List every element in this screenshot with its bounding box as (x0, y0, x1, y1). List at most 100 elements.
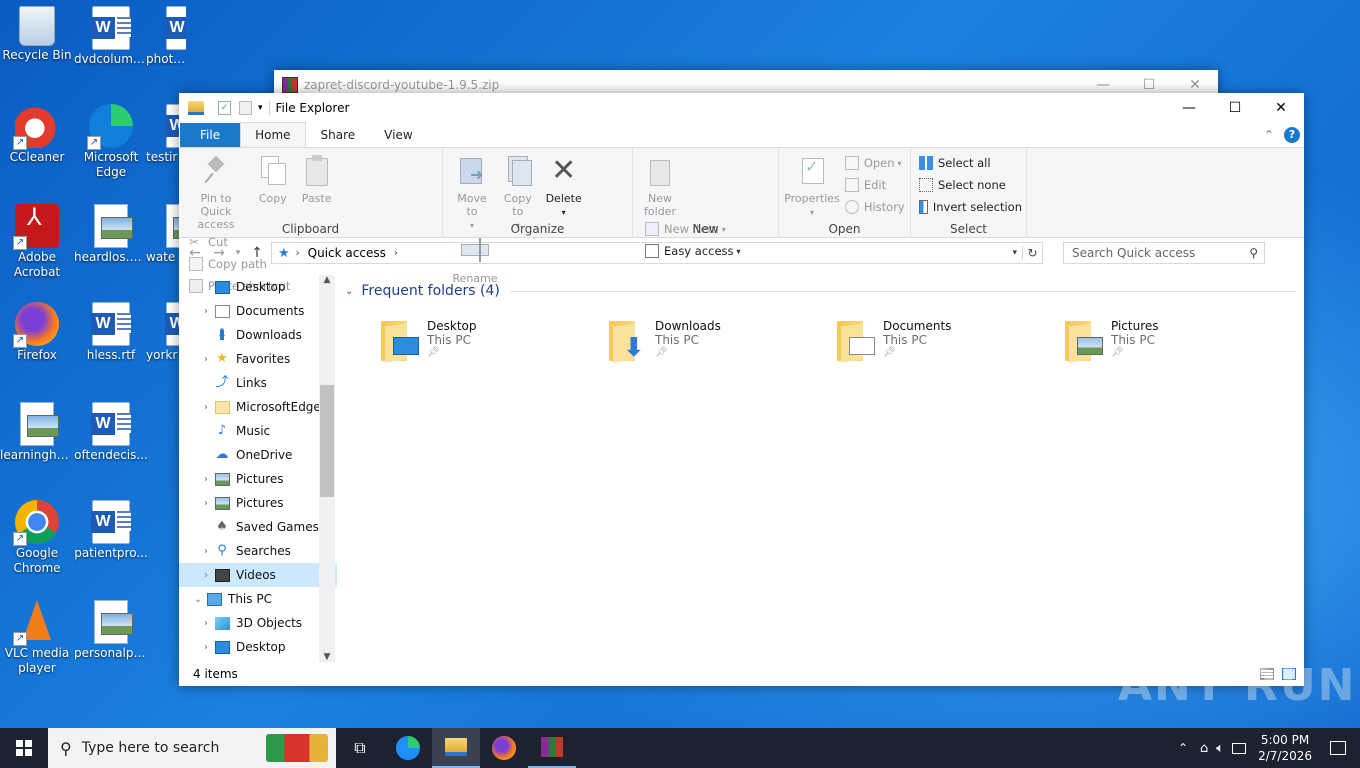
nav-item-desktop[interactable]: Desktop (179, 275, 337, 299)
address-dropdown-icon[interactable]: ▾ (1012, 248, 1017, 258)
nav-item-this-pc[interactable]: ⌄ This PC (179, 587, 337, 611)
show-hidden-icons-icon[interactable]: ⌃ (1178, 741, 1188, 755)
desktop-icon-patientpro[interactable]: patientpro... (74, 500, 148, 561)
qat-properties-icon[interactable]: ✓ (218, 101, 231, 115)
task-view-button[interactable]: ⧉ (336, 728, 384, 768)
nav-item-downloads[interactable]: ⬇ Downloads (179, 323, 337, 347)
section-collapse-icon[interactable]: ⌄ (345, 286, 353, 297)
maximize-button[interactable]: ☐ (1212, 93, 1258, 123)
expand-chevron-icon[interactable]: › (199, 498, 213, 509)
volume-icon[interactable]: 🔈︎ (1216, 741, 1224, 756)
folder-tile-downloads[interactable]: ⬇ Downloads This PC 📌︎ (609, 319, 829, 369)
desktop-icon-adobe-acrobat[interactable]: ⅄Adobe Acrobat (0, 204, 74, 280)
nav-item-desktop[interactable]: › Desktop (179, 635, 337, 659)
copy-button[interactable]: Copy (254, 152, 292, 205)
nav-item-onedrive[interactable]: ☁ OneDrive (179, 443, 337, 467)
new-folder-button[interactable]: New folder (642, 152, 678, 218)
nav-item-searches[interactable]: › ⚲ Searches (179, 539, 337, 563)
chrome-icon (13, 500, 59, 546)
search-input[interactable]: Search Quick access (1072, 246, 1249, 260)
tab-file[interactable]: File (180, 123, 241, 147)
invert-selection-button[interactable]: Invert selection (919, 196, 1022, 218)
scroll-thumb[interactable] (320, 385, 334, 497)
nav-item-microsoftedge[interactable]: › MicrosoftEdge (179, 395, 337, 419)
taskbar-edge[interactable] (384, 728, 432, 768)
desktop-icon-dvdcolumb[interactable]: dvdcolumb... (74, 6, 148, 67)
qat-dropdown-icon[interactable]: ▾ (258, 103, 263, 113)
tab-share[interactable]: Share (306, 123, 371, 147)
notification-icon[interactable] (1330, 741, 1346, 755)
desktop-icon-oftendecis[interactable]: oftendecis... (74, 402, 148, 463)
ribbon-collapse-icon[interactable]: ⌃ (1264, 128, 1274, 142)
section-title[interactable]: Frequent folders (4) (361, 283, 500, 299)
expand-chevron-icon[interactable]: › (199, 402, 213, 413)
collapse-chevron-icon[interactable]: ⌄ (191, 594, 205, 605)
move-to-button[interactable]: ➜ Move to ▾ (452, 152, 492, 232)
taskbar-search-icon: ⚲ (60, 738, 72, 758)
desktop-icon-learninghu[interactable]: learninghu... (0, 402, 74, 463)
nav-item-3d-objects[interactable]: › 3D Objects (179, 611, 337, 635)
expand-chevron-icon[interactable]: › (199, 546, 213, 557)
desktop-icon-personalpo[interactable]: personalpo... (74, 600, 148, 661)
scroll-up-icon[interactable]: ▲ (319, 275, 335, 291)
properties-button[interactable]: ✓ Properties ▾ (784, 152, 840, 219)
folder-tile-desktop[interactable]: Desktop This PC 📌︎ (381, 319, 601, 369)
close-button[interactable]: ✕ (1258, 93, 1304, 123)
clock[interactable]: 5:00 PM 2/7/2026 (1258, 732, 1312, 764)
expand-chevron-icon[interactable]: › (199, 642, 213, 653)
desktop-icon-ccleaner[interactable]: CCleaner (0, 104, 74, 165)
tab-view[interactable]: View (370, 123, 426, 147)
qat-new-folder-icon[interactable] (239, 101, 252, 115)
easy-access-button[interactable]: Easy access ▾ (645, 240, 741, 262)
scroll-down-icon[interactable]: ▼ (319, 652, 335, 662)
select-all-button[interactable]: Select all (919, 152, 1022, 174)
minimize-button[interactable]: — (1166, 93, 1212, 123)
tab-home[interactable]: Home (240, 122, 306, 147)
select-none-icon (919, 178, 933, 192)
pin-quick-access-button[interactable]: Pin to Quick access (184, 152, 248, 231)
taskbar-search-input[interactable]: Type here to search (82, 740, 266, 756)
nav-scrollbar[interactable]: ▲ ▼ (319, 275, 335, 662)
folder-tile-pictures[interactable]: Pictures This PC 📌︎ (1065, 319, 1285, 369)
nav-item-saved-games[interactable]: ♠ Saved Games (179, 515, 337, 539)
paste-button[interactable]: Paste (298, 152, 336, 205)
expand-chevron-icon[interactable]: › (199, 474, 213, 485)
desktop-icon-vlc-media-player[interactable]: VLC media player (0, 600, 74, 676)
expand-chevron-icon[interactable]: › (199, 618, 213, 629)
expand-chevron-icon[interactable]: › (199, 306, 213, 317)
folder-tile-documents[interactable]: Documents This PC 📌︎ (837, 319, 1057, 369)
help-icon[interactable]: ? (1284, 127, 1300, 143)
nav-item-pictures[interactable]: › Pictures (179, 491, 337, 515)
search-box[interactable]: Search Quick access ⚲ (1063, 242, 1265, 264)
desktop-icon-hless-rtf[interactable]: hless.rtf (74, 302, 148, 363)
expand-chevron-icon[interactable]: › (199, 354, 213, 365)
connect-display-icon[interactable] (1232, 742, 1247, 754)
nav-item-videos[interactable]: › Videos (179, 563, 337, 587)
refresh-icon[interactable]: ↻ (1022, 246, 1042, 260)
copy-to-button[interactable]: Copy to ▾ (498, 152, 538, 232)
desktop-icon-google-chrome[interactable]: Google Chrome (0, 500, 74, 576)
desktop-icon-firefox[interactable]: Firefox (0, 302, 74, 363)
taskbar-winrar[interactable] (528, 728, 576, 768)
open-button[interactable]: Open ▾ (844, 152, 905, 174)
start-button[interactable] (0, 728, 48, 768)
nav-item-music[interactable]: ♪ Music (179, 419, 337, 443)
nav-item-links[interactable]: ⤴ Links (179, 371, 337, 395)
nav-item-favorites[interactable]: › ★ Favorites (179, 347, 337, 371)
nav-item-documents[interactable]: › Documents (179, 299, 337, 323)
desktop-icon-photograp[interactable]: photograp... (146, 6, 186, 67)
nav-item-pictures[interactable]: › Pictures (179, 467, 337, 491)
delete-button[interactable]: ✕ Delete ▾ (544, 152, 584, 219)
desktop-icon-heardlos-png[interactable]: heardlos.png (74, 204, 148, 265)
taskbar-file-explorer[interactable] (432, 728, 480, 768)
desktop-icon-microsoft-edge[interactable]: Microsoft Edge (74, 104, 148, 180)
history-button[interactable]: History (844, 196, 905, 218)
edit-button[interactable]: Edit (844, 174, 905, 196)
expand-chevron-icon[interactable]: › (199, 570, 213, 581)
network-icon[interactable]: ⌂ (1200, 741, 1208, 756)
taskbar-search-box[interactable]: ⚲ Type here to search (48, 728, 336, 768)
desktop-icon-recycle-bin[interactable]: Recycle Bin (0, 6, 74, 63)
select-none-button[interactable]: Select none (919, 174, 1022, 196)
breadcrumb-quick-access[interactable]: Quick access (308, 246, 386, 260)
taskbar-firefox[interactable] (480, 728, 528, 768)
